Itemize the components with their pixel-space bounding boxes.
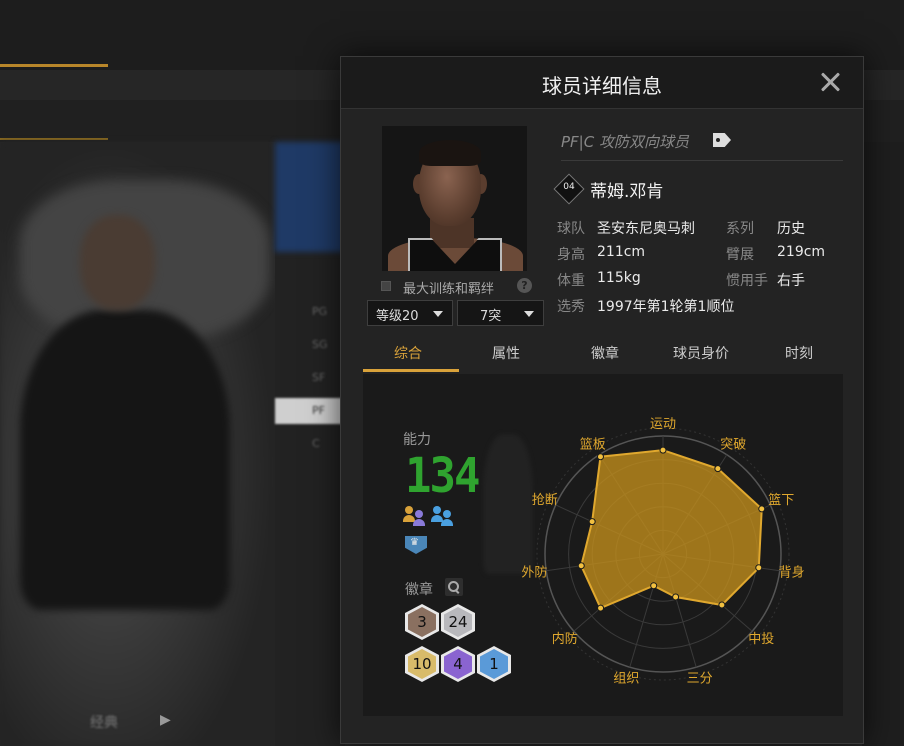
radar-area [580, 449, 763, 610]
info-label-height: 身高 [557, 247, 585, 263]
info-value-series: 历史 [777, 221, 805, 237]
tab-badges[interactable]: 徽章 [591, 343, 619, 363]
radar-point [597, 604, 605, 612]
badge-bronze[interactable]: 3 [405, 604, 439, 640]
radar-point [650, 582, 658, 590]
badges-label: 徽章 [405, 582, 433, 598]
bg-position[interactable]: PF [312, 404, 325, 417]
bg-jersey [20, 310, 230, 610]
jersey-number: 04 [563, 182, 575, 192]
radar-point [755, 564, 763, 572]
player-portrait [382, 126, 527, 271]
radar-point [672, 593, 680, 601]
radar-axis-label: 抢断 [532, 492, 558, 508]
training-checkbox[interactable] [381, 281, 391, 291]
crown-badge-icon[interactable] [405, 536, 427, 554]
info-label-wingspan: 臂展 [726, 247, 754, 263]
player-detail-modal: 球员详细信息 最大训练和羁绊 ? 等级20 7突 PF|C 攻防双向球员 04 … [340, 56, 864, 744]
info-value-wingspan: 219cm [777, 244, 826, 260]
help-icon[interactable]: ? [517, 278, 532, 293]
bg-footer-label[interactable]: 经典 [90, 712, 118, 732]
badge-count: 10 [408, 649, 436, 679]
bg-tab-underline [0, 64, 108, 67]
radar-point [714, 465, 722, 473]
portrait-hair [419, 140, 481, 166]
detail-tabs: 综合 属性 徽章 球员身价 时刻 [363, 336, 843, 374]
radar-axis-label: 背身 [779, 565, 805, 581]
tab-attributes[interactable]: 属性 [492, 343, 520, 363]
radar-axis-label: 突破 [720, 437, 746, 453]
badge-count: 24 [444, 607, 472, 637]
level-select-value: 等级20 [376, 309, 419, 324]
player-type-row: PF|C 攻防双向球员 [561, 131, 731, 153]
radar-point [659, 446, 667, 454]
chemistry-icon[interactable] [431, 506, 455, 526]
radar-axis-label: 外防 [521, 565, 547, 581]
radar-point [577, 562, 585, 570]
radar-axis-label: 中投 [748, 631, 774, 647]
radar-point [588, 518, 596, 526]
badge-gold[interactable]: 10 [405, 646, 439, 682]
modal-header: 球员详细信息 [341, 57, 863, 109]
info-label-draft: 选秀 [557, 299, 585, 315]
info-label-team: 球队 [557, 221, 585, 237]
modal-title: 球员详细信息 [542, 74, 662, 98]
bg-team-logo-small [275, 142, 345, 252]
bg-position[interactable]: C [312, 437, 320, 450]
info-value-height: 211cm [597, 244, 646, 260]
badge-purple[interactable]: 4 [441, 646, 475, 682]
radar-point [758, 505, 766, 513]
tab-player-value[interactable]: 球员身价 [673, 343, 729, 363]
player-type: PF|C 攻防双向球员 [561, 133, 689, 151]
info-value-team: 圣安东尼奥马刺 [597, 221, 695, 237]
info-value-draft: 1997年第1轮第1顺位 [597, 299, 735, 315]
info-label-weight: 体重 [557, 273, 585, 289]
badge-count: 4 [444, 649, 472, 679]
bg-player-head [80, 215, 155, 310]
radar-point [718, 601, 726, 609]
info-divider [561, 160, 843, 161]
bg-position[interactable]: PG [312, 305, 327, 318]
training-label: 最大训练和羁绊 [403, 282, 495, 297]
overview-panel: 能力 134 徽章 3 24 10 41 运动突破篮下背身中投三分 组织 内防 外防 抢断 篮板 [363, 374, 843, 716]
search-icon[interactable] [445, 578, 463, 596]
active-tab-indicator [363, 369, 459, 372]
radar-axis-label: 组织 [613, 672, 639, 687]
badge-count: 3 [408, 607, 436, 637]
close-icon[interactable] [817, 69, 843, 95]
bg-position-active [275, 398, 345, 424]
tab-overview[interactable]: 综合 [394, 343, 422, 363]
radar-axis-label: 内防 [552, 631, 578, 647]
ability-radar-chart: 运动突破篮下背身中投三分 组织 内防 外防 抢断 篮板 [521, 417, 805, 687]
chevron-down-icon [524, 311, 534, 317]
breakthrough-select-value: 7突 [480, 309, 502, 324]
level-select[interactable]: 等级20 [367, 300, 453, 326]
tab-moments[interactable]: 时刻 [785, 343, 813, 363]
breakthrough-select[interactable]: 7突 [457, 300, 544, 326]
radar-axis-label: 篮板 [580, 438, 606, 453]
info-label-series: 系列 [726, 221, 754, 237]
radar-axis-label: 篮下 [768, 493, 794, 508]
bg-right-column [862, 142, 904, 746]
chevron-down-icon [433, 311, 443, 317]
radar-point [596, 453, 604, 461]
info-label-hand: 惯用手 [726, 273, 768, 289]
info-value-weight: 115kg [597, 270, 641, 286]
ability-label: 能力 [403, 432, 431, 448]
info-value-hand: 右手 [777, 273, 805, 289]
radar-axis-label: 运动 [650, 417, 676, 432]
badge-count: 1 [480, 649, 508, 679]
bg-position[interactable]: SG [312, 338, 328, 351]
chemistry-icon[interactable] [403, 506, 427, 526]
training-toggle-row: 最大训练和羁绊 ? [381, 277, 541, 297]
badge-blue[interactable]: 1 [477, 646, 511, 682]
bg-sub-underline [0, 138, 108, 140]
radar-axis-label: 三分 [687, 672, 713, 687]
ability-value: 134 [405, 448, 480, 505]
badge-silver[interactable]: 24 [441, 604, 475, 640]
player-name: 蒂姆.邓肯 [590, 182, 664, 202]
play-icon[interactable]: ▶ [160, 712, 171, 728]
bg-position[interactable]: SF [312, 371, 325, 384]
tag-icon[interactable] [713, 133, 731, 147]
